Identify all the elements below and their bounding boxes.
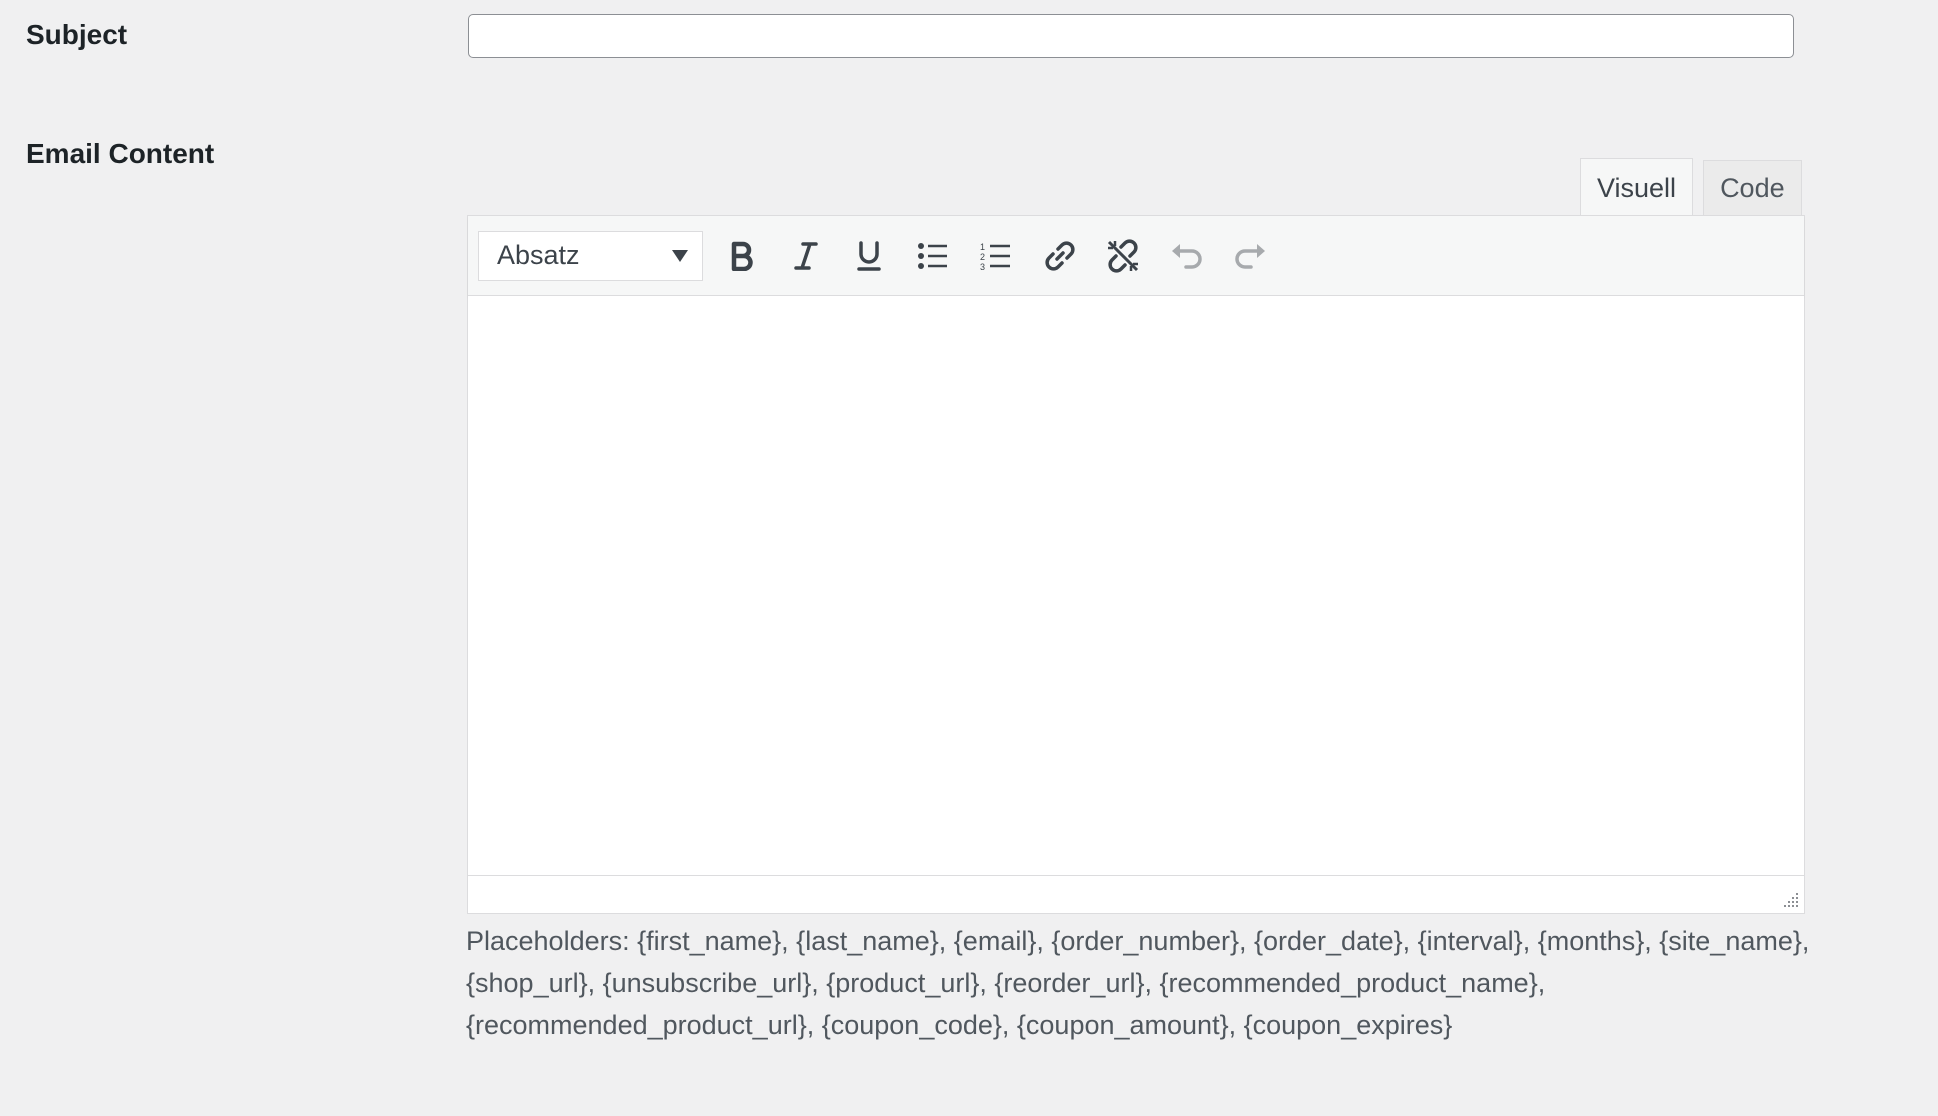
svg-text:1: 1: [980, 242, 985, 252]
tab-visual[interactable]: Visuell: [1580, 158, 1694, 217]
editor-toolbar: Absatz 1 2 3: [468, 216, 1804, 296]
bulleted-list-icon: [917, 242, 947, 269]
italic-icon: [793, 241, 818, 270]
remove-link-button[interactable]: [1098, 231, 1148, 281]
numbered-list-icon: 1 2 3: [980, 242, 1010, 271]
chevron-down-icon: [672, 249, 688, 262]
insert-link-button[interactable]: [1035, 231, 1085, 281]
subject-label: Subject: [26, 19, 128, 50]
format-select[interactable]: Absatz: [478, 230, 703, 281]
rich-text-editor: Absatz 1 2 3: [467, 215, 1805, 914]
email-settings-form: Subject Email Content Visuell Code Absat…: [0, 0, 1938, 1116]
email-content-label: Email Content: [26, 138, 215, 169]
format-select-value: Absatz: [497, 240, 580, 270]
redo-button[interactable]: [1225, 231, 1275, 281]
editor-content-area[interactable]: [468, 296, 1804, 876]
redo-icon: [1235, 243, 1265, 269]
italic-button[interactable]: [781, 231, 831, 281]
link-icon: [1044, 240, 1075, 271]
editor-statusbar: [468, 875, 1804, 913]
subject-input[interactable]: [468, 14, 1794, 58]
svg-text:3: 3: [980, 262, 985, 271]
resize-handle-icon[interactable]: [1782, 891, 1800, 909]
underline-button[interactable]: [844, 231, 894, 281]
unlink-icon: [1107, 238, 1139, 273]
bold-button[interactable]: [717, 231, 767, 281]
placeholders-help-text: Placeholders: {first_name}, {last_name},…: [466, 926, 1810, 1040]
numbered-list-button[interactable]: 1 2 3: [971, 231, 1021, 281]
undo-icon: [1171, 243, 1202, 269]
svg-text:2: 2: [980, 252, 985, 262]
tab-code[interactable]: Code: [1703, 160, 1802, 216]
bulleted-list-button[interactable]: [908, 231, 958, 281]
bold-icon: [731, 241, 753, 271]
undo-button[interactable]: [1162, 231, 1212, 281]
editor-tabs: Visuell Code: [1580, 158, 1802, 217]
underline-icon: [857, 240, 881, 271]
